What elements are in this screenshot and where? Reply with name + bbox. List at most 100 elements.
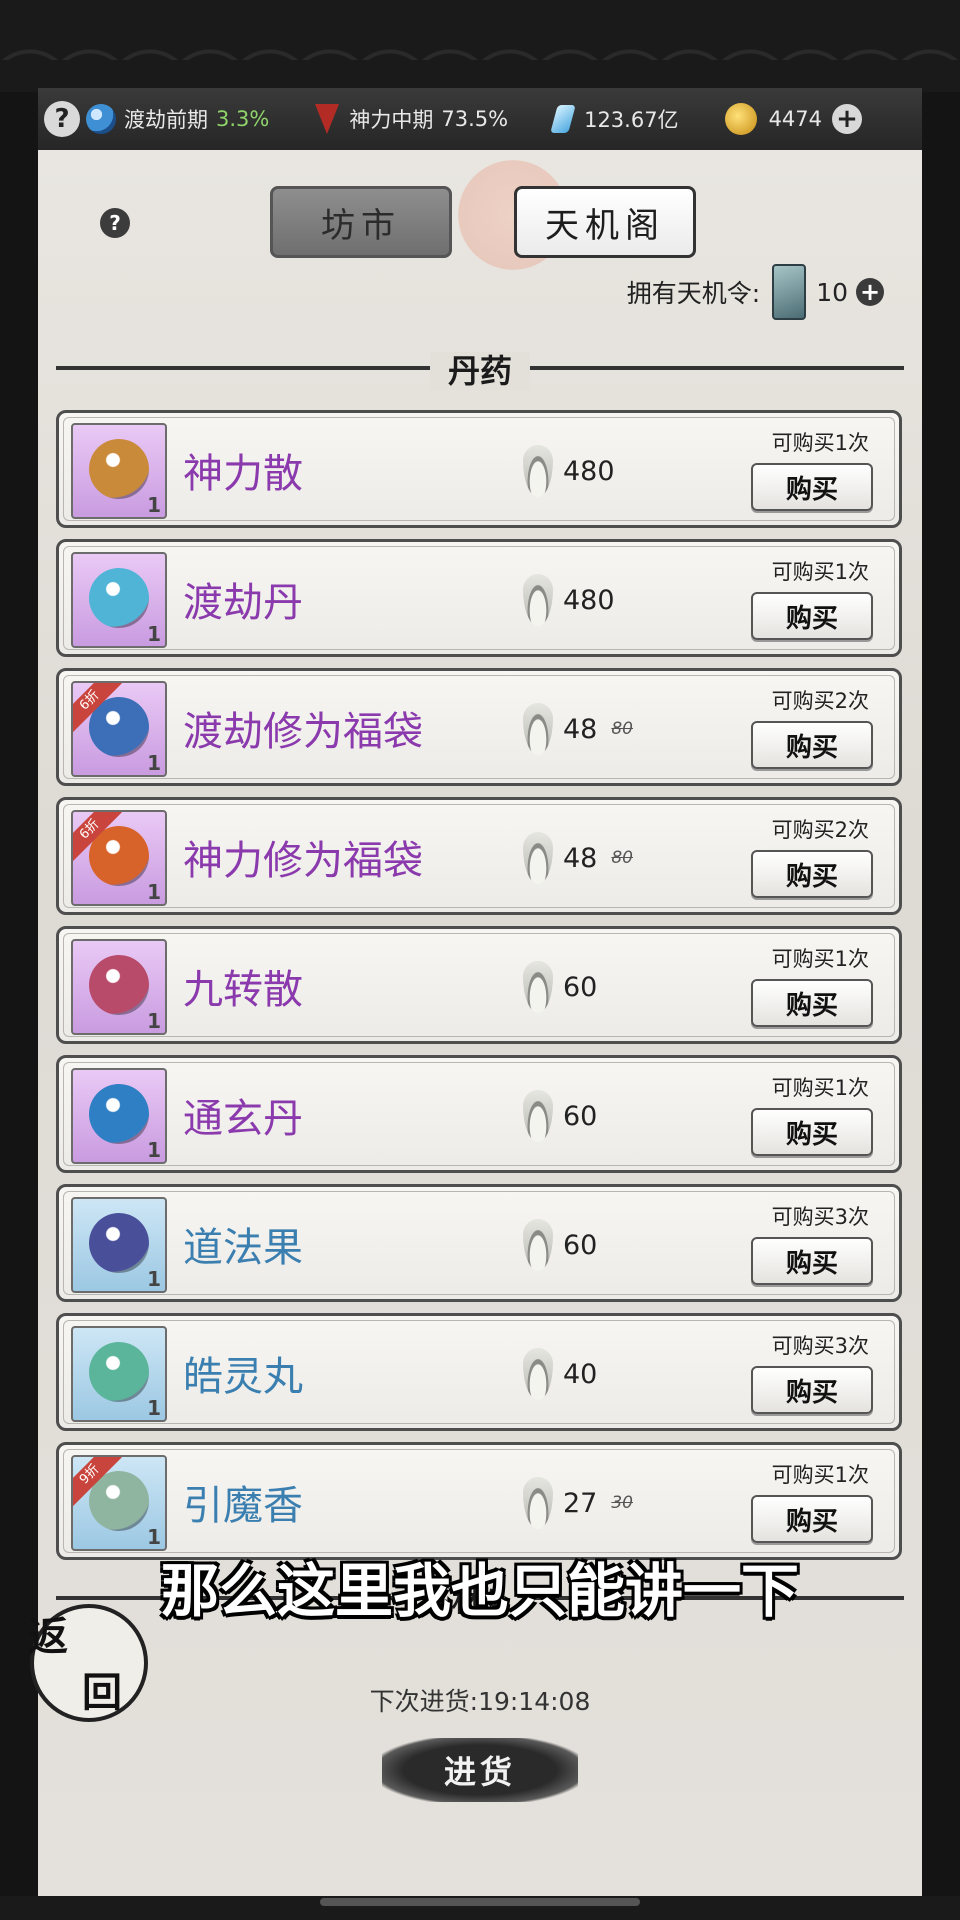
jade-currency-icon xyxy=(523,1219,553,1271)
item-price: 40 xyxy=(523,1348,597,1400)
buy-button[interactable]: 购买 xyxy=(751,721,873,769)
spirit-stone-stat: 123.67亿 xyxy=(550,104,679,134)
item-name: 通玄丹 xyxy=(183,1096,303,1142)
shop-item-row: 1 渡劫丹 480 可购买1次 购买 xyxy=(56,539,902,657)
buy-button[interactable]: 购买 xyxy=(751,463,873,511)
buy-button[interactable]: 购买 xyxy=(751,592,873,640)
gold-stat: 4474 + xyxy=(724,103,863,135)
shop-item-row: 6折 1 渡劫修为福袋 48 80 可购买2次购买 xyxy=(56,668,902,786)
add-gold-button[interactable]: + xyxy=(832,104,863,134)
jade-currency-icon xyxy=(523,445,553,497)
restock-button[interactable]: 进货 xyxy=(382,1738,578,1802)
item-name: 神力修为福袋 xyxy=(183,838,423,884)
buy-button[interactable]: 购买 xyxy=(751,850,873,898)
tab-tianji-pavilion[interactable]: 天机阁 xyxy=(514,186,696,258)
purchase-limit: 可购买1次 xyxy=(771,1076,869,1100)
item-art-icon xyxy=(89,439,149,499)
item-quantity: 1 xyxy=(147,493,161,517)
item-art-icon xyxy=(89,568,149,628)
item-name: 渡劫修为福袋 xyxy=(183,709,423,755)
add-token-button[interactable]: + xyxy=(856,278,884,306)
original-price: 80 xyxy=(611,719,633,739)
buy-button[interactable]: 购买 xyxy=(751,979,873,1027)
item-price: 60 xyxy=(523,961,597,1013)
purchase-limit: 可购买1次 xyxy=(771,431,869,455)
purchase-limit: 可购买2次 xyxy=(771,818,869,842)
item-thumbnail[interactable]: 1 xyxy=(71,1197,167,1293)
realm2-percent: 73.5% xyxy=(441,107,509,131)
item-price: 27 30 xyxy=(523,1477,633,1529)
price-value: 60 xyxy=(563,971,598,1003)
shop-item-row: 1 皓灵丸 40 可购买3次 购买 xyxy=(56,1313,902,1431)
realm-stat-1: 渡劫前期 3.3% xyxy=(86,104,269,134)
item-price: 48 80 xyxy=(523,703,633,755)
shop-item-row: 1 九转散 60 可购买1次 购买 xyxy=(56,926,902,1044)
price-value: 60 xyxy=(563,1100,598,1132)
item-thumbnail[interactable]: 1 xyxy=(71,1326,167,1422)
item-thumbnail[interactable]: 1 xyxy=(71,1068,167,1164)
item-art-icon xyxy=(89,1213,149,1273)
gold-coin-icon xyxy=(724,103,757,135)
item-price: 48 80 xyxy=(523,832,633,884)
jade-currency-icon xyxy=(523,703,553,755)
item-thumbnail[interactable]: 6折 1 xyxy=(71,681,167,777)
jade-currency-icon xyxy=(523,574,553,626)
shop-help-button[interactable]: ? xyxy=(100,208,130,238)
home-indicator xyxy=(320,1898,640,1906)
price-value: 27 xyxy=(563,1487,598,1519)
item-thumbnail[interactable]: 1 xyxy=(71,939,167,1035)
restock-timer: 下次进货:19:14:08 xyxy=(369,1687,591,1716)
price-value: 48 xyxy=(563,842,598,874)
item-thumbnail[interactable]: 1 xyxy=(71,552,167,648)
jade-currency-icon xyxy=(523,1477,553,1529)
purchase-limit: 可购买3次 xyxy=(771,1205,869,1229)
tianji-token-icon xyxy=(772,264,807,320)
purchase-limit: 可购买2次 xyxy=(771,689,869,713)
item-price: 60 xyxy=(523,1219,597,1271)
buy-button[interactable]: 购买 xyxy=(751,1108,873,1156)
item-thumbnail[interactable]: 6折 1 xyxy=(71,810,167,906)
item-price: 480 xyxy=(523,445,615,497)
item-name: 道法果 xyxy=(183,1225,303,1271)
item-art-icon xyxy=(89,1084,149,1144)
price-value: 40 xyxy=(563,1358,598,1390)
item-thumbnail[interactable]: 9折 1 xyxy=(71,1455,167,1551)
help-button[interactable]: ? xyxy=(44,101,80,137)
shop-panel: ? 坊市 天机阁 拥有天机令: 10 + 丹药 1 神力散 480 可购买1次 购买 1 渡… xyxy=(38,150,922,1896)
price-value: 48 xyxy=(563,713,598,745)
item-price: 480 xyxy=(523,574,615,626)
jade-currency-icon xyxy=(523,1348,553,1400)
purchase-limit: 可购买3次 xyxy=(771,1334,869,1358)
token-balance: 拥有天机令: 10 + xyxy=(627,264,884,320)
item-thumbnail[interactable]: 1 xyxy=(71,423,167,519)
item-name: 引魔香 xyxy=(183,1483,303,1529)
buy-button[interactable]: 购买 xyxy=(751,1366,873,1414)
item-quantity: 1 xyxy=(147,1267,161,1291)
purchase-limit: 可购买1次 xyxy=(771,1463,869,1487)
price-value: 60 xyxy=(563,1229,598,1261)
shop-item-row: 1 道法果 60 可购买3次购买 xyxy=(56,1184,902,1302)
video-subtitle: 那么这里我也只能讲一下 xyxy=(160,1557,799,1625)
item-quantity: 1 xyxy=(147,1138,161,1162)
spirit-stone-amount: 123.67亿 xyxy=(584,108,679,132)
realm2-label: 神力中期 xyxy=(349,108,434,132)
item-art-icon xyxy=(89,955,149,1015)
buy-button[interactable]: 购买 xyxy=(751,1237,873,1285)
shop-item-row: 1 通玄丹 60 可购买1次购买 xyxy=(56,1055,902,1173)
item-quantity: 1 xyxy=(147,622,161,646)
item-quantity: 1 xyxy=(147,1396,161,1420)
shop-item-row: 1 神力散 480 可购买1次 购买 xyxy=(56,410,902,528)
section-title-text: 丹药 xyxy=(429,352,530,390)
jade-currency-icon xyxy=(523,961,553,1013)
back-char-2: 回 xyxy=(82,1669,122,1716)
price-value: 480 xyxy=(563,584,615,616)
divine-power-icon xyxy=(315,104,340,134)
jade-currency-icon xyxy=(523,1090,553,1142)
section-title: 丹药 xyxy=(38,346,922,392)
shop-item-row: 6折 1 神力修为福袋 48 80 可购买2次购买 xyxy=(56,797,902,915)
yin-yang-icon xyxy=(86,104,116,134)
top-pattern-background xyxy=(0,0,960,92)
gold-amount: 4474 xyxy=(768,107,823,131)
buy-button[interactable]: 购买 xyxy=(751,1495,873,1543)
tab-market[interactable]: 坊市 xyxy=(270,186,452,258)
